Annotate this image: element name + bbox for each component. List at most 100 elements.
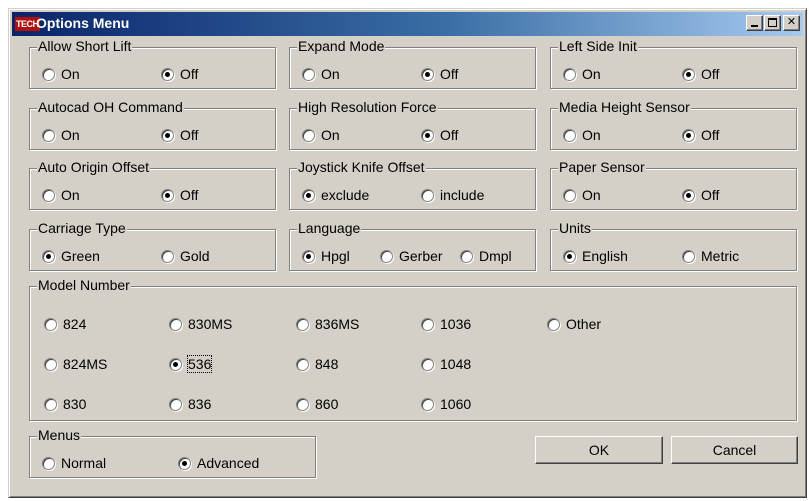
radio-button[interactable] <box>302 249 315 263</box>
radio-menus-normal[interactable]: Normal <box>42 455 106 471</box>
radio-model-824ms[interactable]: 824MS <box>44 356 107 372</box>
radio-button[interactable] <box>161 67 174 81</box>
radio-button[interactable] <box>302 67 315 81</box>
radio-button[interactable] <box>547 317 560 331</box>
radio-allow-short-lift-on[interactable]: On <box>42 66 80 82</box>
radio-units-english[interactable]: English <box>563 248 628 264</box>
radio-menus-advanced[interactable]: Advanced <box>178 455 259 471</box>
radio-button[interactable] <box>460 249 473 263</box>
radio-model-830[interactable]: 830 <box>44 396 86 412</box>
radio-button[interactable] <box>161 188 174 202</box>
radio-joystick-exclude[interactable]: exclude <box>302 187 369 203</box>
group-title: Autocad OH Command <box>37 99 184 115</box>
radio-model-other[interactable]: Other <box>547 316 601 332</box>
radio-button[interactable] <box>296 317 309 331</box>
option-label: 1060 <box>440 396 472 412</box>
radio-button[interactable] <box>296 357 309 371</box>
radio-language-dmpl[interactable]: Dmpl <box>460 248 512 264</box>
radio-button[interactable] <box>161 128 174 142</box>
title-bar[interactable]: TECH Options Menu ✕ <box>12 12 803 36</box>
ok-button[interactable]: OK <box>535 436 663 464</box>
radio-auto-origin-on[interactable]: On <box>42 187 80 203</box>
radio-button[interactable] <box>302 188 315 202</box>
option-label: On <box>61 187 80 203</box>
radio-button[interactable] <box>682 67 695 81</box>
radio-button[interactable] <box>421 128 434 142</box>
radio-left-side-init-on[interactable]: On <box>563 66 601 82</box>
option-label: Off <box>180 127 199 143</box>
radio-units-metric[interactable]: Metric <box>682 248 739 264</box>
group-title: Language <box>297 220 362 236</box>
option-label: On <box>582 187 601 203</box>
radio-button[interactable] <box>421 397 434 411</box>
radio-model-1048[interactable]: 1048 <box>421 356 471 372</box>
option-label: include <box>440 187 485 203</box>
radio-button[interactable] <box>563 67 576 81</box>
radio-button[interactable] <box>42 188 55 202</box>
radio-autocad-oh-on[interactable]: On <box>42 127 80 143</box>
radio-joystick-include[interactable]: include <box>421 187 484 203</box>
radio-auto-origin-off[interactable]: Off <box>161 187 198 203</box>
radio-model-848[interactable]: 848 <box>296 356 338 372</box>
radio-model-1060[interactable]: 1060 <box>421 396 471 412</box>
radio-button[interactable] <box>563 128 576 142</box>
radio-media-height-off[interactable]: Off <box>682 127 719 143</box>
radio-button[interactable] <box>380 249 393 263</box>
radio-button[interactable] <box>42 456 55 470</box>
cancel-button[interactable]: Cancel <box>671 436 798 464</box>
radio-model-824[interactable]: 824 <box>44 316 86 332</box>
group-carriage-type: Carriage Type Green Gold <box>29 220 276 271</box>
radio-model-536[interactable]: 536 <box>169 355 213 373</box>
radio-button[interactable] <box>421 357 434 371</box>
radio-carriage-green[interactable]: Green <box>42 248 100 264</box>
option-label: English <box>582 248 628 264</box>
radio-high-res-on[interactable]: On <box>302 127 340 143</box>
option-label: Green <box>61 248 100 264</box>
radio-media-height-on[interactable]: On <box>563 127 601 143</box>
option-label: Off <box>440 66 459 82</box>
radio-button[interactable] <box>169 357 182 371</box>
radio-button[interactable] <box>682 128 695 142</box>
radio-autocad-oh-off[interactable]: Off <box>161 127 198 143</box>
radio-button[interactable] <box>682 249 695 263</box>
radio-button[interactable] <box>563 188 576 202</box>
radio-paper-sensor-off[interactable]: Off <box>682 187 719 203</box>
radio-button[interactable] <box>44 357 57 371</box>
radio-model-830ms[interactable]: 830MS <box>169 316 232 332</box>
radio-high-res-off[interactable]: Off <box>421 127 458 143</box>
radio-model-1036[interactable]: 1036 <box>421 316 471 332</box>
radio-button[interactable] <box>178 456 191 470</box>
radio-button[interactable] <box>421 188 434 202</box>
radio-model-860[interactable]: 860 <box>296 396 338 412</box>
radio-allow-short-lift-off[interactable]: Off <box>161 66 198 82</box>
radio-button[interactable] <box>44 317 57 331</box>
radio-button[interactable] <box>42 67 55 81</box>
radio-button[interactable] <box>302 128 315 142</box>
radio-button[interactable] <box>42 249 55 263</box>
radio-button[interactable] <box>169 317 182 331</box>
radio-left-side-init-off[interactable]: Off <box>682 66 719 82</box>
radio-button[interactable] <box>169 397 182 411</box>
group-joystick-knife-offset: Joystick Knife Offset exclude include <box>289 159 536 210</box>
radio-language-gerber[interactable]: Gerber <box>380 248 443 264</box>
radio-paper-sensor-on[interactable]: On <box>563 187 601 203</box>
close-button[interactable]: ✕ <box>783 15 800 31</box>
radio-model-836[interactable]: 836 <box>169 396 211 412</box>
maximize-button[interactable] <box>764 15 781 31</box>
radio-button[interactable] <box>296 397 309 411</box>
radio-button[interactable] <box>161 249 174 263</box>
radio-expand-mode-on[interactable]: On <box>302 66 340 82</box>
radio-button[interactable] <box>421 317 434 331</box>
radio-button[interactable] <box>44 397 57 411</box>
radio-language-hpgl[interactable]: Hpgl <box>302 248 350 264</box>
radio-button[interactable] <box>682 188 695 202</box>
radio-expand-mode-off[interactable]: Off <box>421 66 458 82</box>
radio-model-836ms[interactable]: 836MS <box>296 316 359 332</box>
radio-button[interactable] <box>421 67 434 81</box>
radio-carriage-gold[interactable]: Gold <box>161 248 210 264</box>
radio-button[interactable] <box>42 128 55 142</box>
group-model-number: Model Number 824 830MS 836MS 1036 Other … <box>29 277 797 421</box>
minimize-button[interactable] <box>746 15 763 31</box>
radio-button[interactable] <box>563 249 576 263</box>
option-label: 860 <box>315 396 339 412</box>
